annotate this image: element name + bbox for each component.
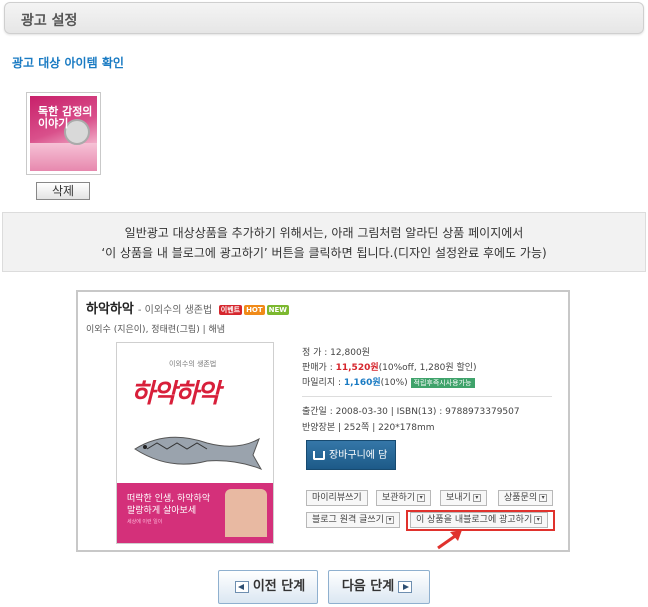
cart-icon: [313, 451, 325, 460]
pub-date: 출간일 : 2008-03-30 | ISBN(13) : 9788973379…: [302, 407, 520, 417]
list-price: 정 가 : 12,800원: [302, 348, 370, 358]
dropdown-icon: ▾: [472, 493, 481, 502]
info-line-1: 일반광고 대상상품을 추가하기 위해서는, 아래 그림처럼 알라딘 상품 페이지…: [124, 226, 524, 240]
mileage-tag: 적립후즉시사용가능: [410, 378, 475, 388]
dropdown-icon: ▾: [539, 493, 548, 502]
prev-step-button[interactable]: 이전 단계: [218, 570, 318, 604]
price-details: 정 가 : 12,800원 판매가 : 11,520원(10%off, 1,28…: [302, 346, 477, 391]
arrow-right-icon: [398, 580, 413, 593]
book-small-text: 이외수의 생존법: [169, 360, 217, 368]
highlight-box: [406, 510, 555, 531]
preview-subtitle: - 이외수의 생존법: [137, 305, 213, 316]
book-pink-text: 떠락한 인생, 하악하악 말랑하게 살아보세: [127, 494, 211, 516]
new-badge: NEW: [266, 304, 290, 315]
book-title: 하악하악: [131, 379, 221, 409]
page-title: 광고 설정: [21, 13, 78, 29]
mileage-value: 1,160원: [343, 378, 381, 388]
sale-price-row: 판매가 : 11,520원(10%off, 1,280원 할인): [302, 361, 477, 376]
review-button: 마이리뷰쓰기: [306, 490, 368, 506]
blog-write-button: 블로그 원격 글쓰기 ▾: [306, 512, 400, 528]
event-badge: 이벤트: [218, 304, 243, 315]
info-line-2: ‘이 상품을 내 블로그에 광고하기’ 버튼을 클릭하면 됩니다.(디자인 설정…: [101, 246, 547, 260]
item-thumbnail: 독한 감정의 이야기: [26, 92, 101, 175]
sale-label: 판매가 :: [302, 363, 336, 373]
header-bar: 광고 설정: [4, 2, 644, 34]
arrow-left-icon: [234, 580, 249, 593]
dropdown-icon: ▾: [417, 493, 426, 502]
info-box: 일반광고 대상상품을 추가하기 위해서는, 아래 그림처럼 알라딘 상품 페이지…: [2, 212, 646, 272]
delete-button[interactable]: 삭제: [36, 182, 90, 200]
preview-title-text: 하악하악: [86, 302, 134, 317]
inquiry-button: 상품문의 ▾: [498, 490, 554, 506]
book-cover: 이외수의 생존법 하악하악 떠락한 인생, 하악하악 말랑하게 살아보세 세상에…: [116, 342, 274, 544]
next-step-label: 다음 단계: [341, 579, 395, 594]
add-to-cart-button: 장바구니에 담기: [306, 440, 396, 491]
book-tiny-text: 세상에 이런 일이: [127, 519, 163, 525]
fish-illustration: [134, 436, 263, 470]
binding-info: 반양장본 | 252쪽 | 220*178mm: [302, 423, 435, 433]
hot-badge: HOT: [244, 304, 265, 315]
share-button: 보내기 ▾: [440, 490, 487, 506]
cart-label: 장바구니에 담기: [329, 450, 388, 491]
keep-button: 보관하기 ▾: [376, 490, 432, 506]
red-arrow-icon: [437, 530, 462, 550]
example-screenshot: 하악하악 - 이외수의 생존법 이벤트 HOT NEW 이외수 (지은이), 정태련(…: [76, 290, 570, 552]
sale-price: 11,520원: [335, 363, 379, 373]
section-title: 광고 대상 아이템 확인: [12, 56, 124, 70]
book-cover-image: 독한 감정의 이야기: [30, 96, 97, 171]
preview-author: 이외수 (지은이), 정태련(그림) | 해냄: [86, 325, 226, 335]
author-photo: [225, 489, 267, 537]
thumb-text: 독한 감정의 이야기: [38, 105, 93, 130]
book-meta: 출간일 : 2008-03-30 | ISBN(13) : 9788973379…: [302, 404, 520, 436]
preview-title: 하악하악 - 이외수의 생존법 이벤트 HOT NEW: [86, 298, 290, 317]
dropdown-icon: ▾: [385, 515, 394, 524]
mileage-rate: (10%): [380, 378, 408, 388]
divider: [302, 396, 552, 397]
book-pink-band: 떠락한 인생, 하악하악 말랑하게 살아보세 세상에 이런 일이: [117, 483, 273, 543]
next-step-button[interactable]: 다음 단계: [328, 570, 430, 604]
sale-discount: (10%off, 1,280원 할인): [378, 363, 477, 373]
mileage-label: 마일리지 :: [302, 378, 344, 388]
prev-step-label: 이전 단계: [252, 579, 306, 594]
mileage-row: 마일리지 : 1,160원(10%) 적립후즉시사용가능: [302, 376, 477, 391]
